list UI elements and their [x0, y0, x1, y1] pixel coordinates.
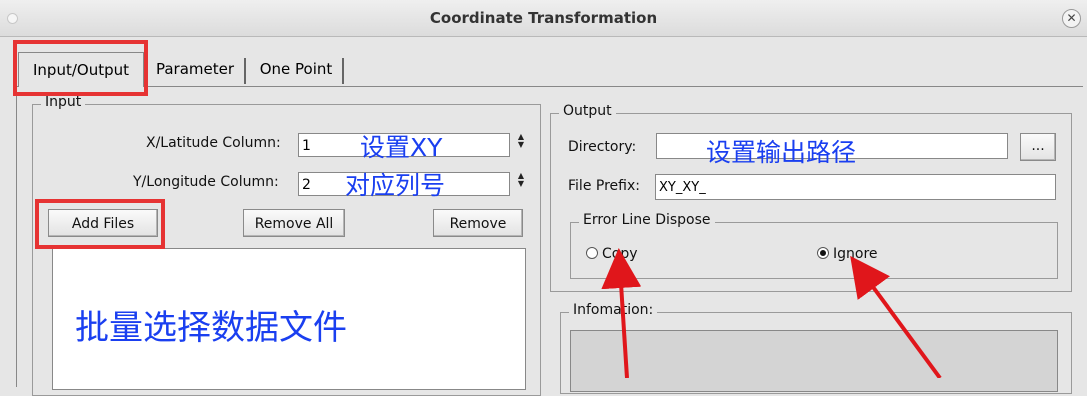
- tab-input-output[interactable]: Input/Output: [18, 52, 144, 87]
- arrow-to-copy: [601, 248, 642, 378]
- arrow-to-ignore: [850, 255, 942, 378]
- annotation-arrows: [601, 248, 942, 378]
